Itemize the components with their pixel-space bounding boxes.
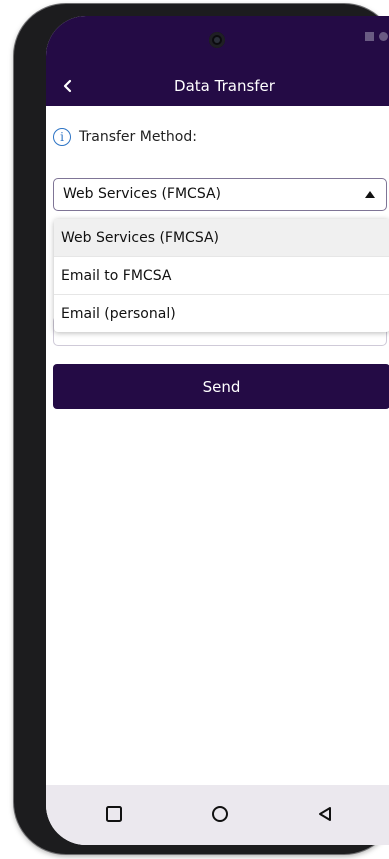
transfer-method-label: Transfer Method: bbox=[79, 129, 197, 145]
transfer-method-dropdown: Web Services (FMCSA) Email to FMCSA Emai… bbox=[54, 219, 389, 332]
notification-icon bbox=[365, 32, 374, 41]
square-icon bbox=[106, 806, 122, 822]
android-nav-bar bbox=[46, 785, 389, 845]
page-title: Data Transfer bbox=[174, 77, 275, 95]
dropdown-option-web-services[interactable]: Web Services (FMCSA) bbox=[54, 219, 389, 257]
app-header: Data Transfer bbox=[46, 16, 389, 106]
device-frame: Data Transfer i Transfer Method: Web Ser… bbox=[14, 4, 389, 854]
camera-icon bbox=[209, 32, 225, 48]
triangle-back-icon bbox=[319, 807, 331, 821]
transfer-method-selected-value: Web Services (FMCSA) bbox=[63, 186, 222, 202]
caret-up-icon bbox=[365, 191, 375, 198]
dot-icon bbox=[379, 32, 388, 41]
app-screen: Data Transfer i Transfer Method: Web Ser… bbox=[46, 16, 389, 845]
status-bar-icons bbox=[365, 32, 389, 41]
info-icon[interactable]: i bbox=[53, 128, 71, 146]
dropdown-option-email-fmcsa[interactable]: Email to FMCSA bbox=[54, 257, 389, 295]
dropdown-option-email-personal[interactable]: Email (personal) bbox=[54, 295, 389, 332]
home-button[interactable] bbox=[209, 803, 231, 825]
recents-button[interactable] bbox=[103, 803, 125, 825]
send-button[interactable]: Send bbox=[53, 364, 389, 409]
transfer-method-label-row: i Transfer Method: bbox=[53, 128, 197, 146]
nav-back-button[interactable] bbox=[314, 803, 336, 825]
circle-icon bbox=[212, 806, 228, 822]
transfer-method-select[interactable]: Web Services (FMCSA) bbox=[53, 178, 387, 211]
